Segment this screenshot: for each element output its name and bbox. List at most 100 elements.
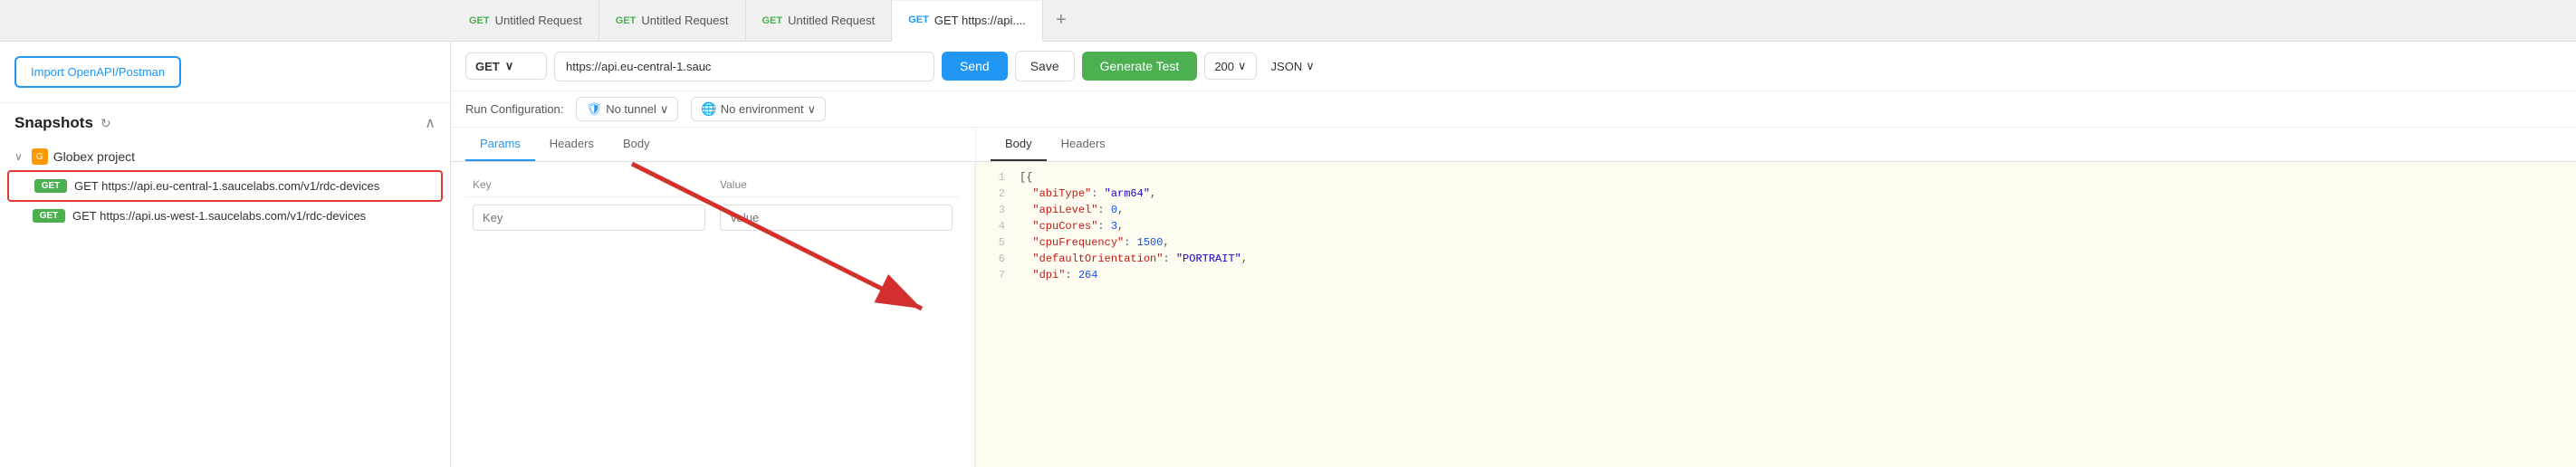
- line-num: 2: [987, 187, 1005, 200]
- tab-4-title: GET https://api....: [934, 14, 1026, 27]
- line-num: 4: [987, 220, 1005, 233]
- response-panel: Body Headers 1 [{ 2 "abiType": "arm64",: [976, 128, 2576, 467]
- tab-2-method: GET: [616, 15, 637, 26]
- line-num: 6: [987, 253, 1005, 265]
- params-header: Key Value: [465, 173, 960, 197]
- list-item: 1 [{: [987, 169, 2565, 186]
- format-chevron-icon: ∨: [1306, 59, 1315, 73]
- tab-4-method: GET: [908, 14, 929, 25]
- value-input[interactable]: [720, 205, 953, 231]
- line-content: "abiType": "arm64",: [1020, 187, 1156, 200]
- line-content: "dpi": 264: [1020, 269, 1097, 281]
- url-bar-area: GET ∨ Send Save Generate Test 200 ∨ JSON…: [451, 42, 2576, 91]
- tunnel-shield-icon: 🛡: [586, 101, 602, 117]
- params-panel: Key Value: [451, 162, 975, 467]
- list-item: 6 "defaultOrientation": "PORTRAIT",: [987, 251, 2565, 267]
- request-0-method: GET: [34, 179, 67, 193]
- line-num: 3: [987, 204, 1005, 216]
- env-globe-icon: 🌐: [701, 101, 716, 117]
- line-content: [{: [1020, 171, 1032, 184]
- method-value: GET: [475, 60, 500, 73]
- tab-params[interactable]: Params: [465, 128, 535, 161]
- snapshots-title-group: Snapshots ↻: [14, 114, 111, 132]
- status-value: 200: [1214, 60, 1234, 73]
- tunnel-label: No tunnel: [606, 102, 656, 116]
- collapse-icon[interactable]: ∧: [425, 114, 436, 132]
- snapshots-title: Snapshots: [14, 114, 93, 132]
- tab-bar: GET Untitled Request GET Untitled Reques…: [0, 0, 2576, 42]
- sidebar: Import OpenAPI/Postman Snapshots ↻ ∧ ∨ G…: [0, 42, 451, 467]
- import-button[interactable]: Import OpenAPI/Postman: [14, 56, 181, 88]
- key-input[interactable]: [473, 205, 705, 231]
- tab-4[interactable]: GET GET https://api....: [892, 1, 1043, 42]
- tab-3-title: Untitled Request: [788, 14, 875, 27]
- tab-1[interactable]: GET Untitled Request: [453, 0, 599, 41]
- list-item: 4 "cpuCores": 3,: [987, 218, 2565, 234]
- response-tabs: Body Headers: [976, 128, 2576, 162]
- tab-body[interactable]: Body: [608, 128, 665, 161]
- sidebar-tree: ∨ G Globex project GET GET https://api.e…: [0, 139, 450, 467]
- list-item: 3 "apiLevel": 0,: [987, 202, 2565, 218]
- env-label: No environment: [721, 102, 804, 116]
- params-body: [465, 197, 960, 239]
- line-content: "cpuCores": 3,: [1020, 220, 1124, 233]
- tab-2-title: Untitled Request: [641, 14, 728, 27]
- line-content: "defaultOrientation": "PORTRAIT",: [1020, 253, 1248, 265]
- method-select[interactable]: GET ∨: [465, 52, 547, 80]
- resp-tab-headers[interactable]: Headers: [1047, 128, 1120, 161]
- method-chevron-icon: ∨: [505, 59, 514, 73]
- line-content: "apiLevel": 0,: [1020, 204, 1124, 216]
- send-button[interactable]: Send: [942, 52, 1008, 81]
- format-value: JSON: [1271, 60, 1303, 73]
- list-item: 5 "cpuFrequency": 1500,: [987, 234, 2565, 251]
- line-num: 5: [987, 236, 1005, 249]
- request-1-url: GET https://api.us-west-1.saucelabs.com/…: [72, 209, 366, 223]
- tab-3-method: GET: [762, 15, 783, 26]
- request-row-0[interactable]: GET GET https://api.eu-central-1.saucela…: [7, 170, 443, 202]
- url-input[interactable]: [554, 52, 934, 81]
- table-row: [465, 197, 960, 239]
- content-area-wrapper: Params Headers Body Key Value: [451, 128, 2576, 467]
- line-num: 1: [987, 171, 1005, 184]
- tab-2[interactable]: GET Untitled Request: [599, 0, 746, 41]
- line-content: "cpuFrequency": 1500,: [1020, 236, 1170, 249]
- save-button[interactable]: Save: [1015, 51, 1075, 81]
- format-select[interactable]: JSON ∨: [1264, 53, 1322, 79]
- request-0-url: GET https://api.eu-central-1.saucelabs.c…: [74, 179, 379, 193]
- env-chevron-icon: ∨: [808, 102, 817, 117]
- tunnel-chevron-icon: ∨: [660, 102, 669, 117]
- sidebar-top: Import OpenAPI/Postman: [0, 42, 450, 103]
- request-1-method: GET: [33, 209, 65, 223]
- run-config-label: Run Configuration:: [465, 102, 563, 116]
- resp-tab-body[interactable]: Body: [991, 128, 1047, 161]
- refresh-icon[interactable]: ↻: [101, 116, 111, 131]
- right-panel: GET ∨ Send Save Generate Test 200 ∨ JSON…: [451, 42, 2576, 467]
- env-config[interactable]: 🌐 No environment ∨: [691, 97, 826, 121]
- tunnel-config[interactable]: 🛡 No tunnel ∨: [576, 97, 678, 121]
- project-name: Globex project: [53, 149, 135, 164]
- snapshots-header: Snapshots ↻ ∧: [0, 103, 450, 139]
- tab-headers[interactable]: Headers: [535, 128, 608, 161]
- status-chevron-icon: ∨: [1238, 59, 1247, 73]
- tab-3[interactable]: GET Untitled Request: [746, 0, 893, 41]
- response-body: 1 [{ 2 "abiType": "arm64", 3 "apiLevel":…: [976, 162, 2576, 467]
- list-item: 7 "dpi": 264: [987, 267, 2565, 283]
- params-section: Params Headers Body Key Value: [451, 128, 976, 467]
- tab-1-title: Untitled Request: [495, 14, 582, 27]
- project-row[interactable]: ∨ G Globex project: [7, 143, 443, 170]
- params-table: Key Value: [465, 173, 960, 238]
- line-num: 7: [987, 269, 1005, 281]
- list-item: 2 "abiType": "arm64",: [987, 186, 2565, 202]
- project-icon: G: [32, 148, 48, 165]
- run-config-bar: Run Configuration: 🛡 No tunnel ∨ 🌐 No en…: [451, 91, 2576, 128]
- status-select[interactable]: 200 ∨: [1204, 52, 1256, 80]
- tab-add-button[interactable]: +: [1043, 0, 1079, 41]
- col-value: Value: [713, 173, 960, 197]
- request-row-1[interactable]: GET GET https://api.us-west-1.saucelabs.…: [7, 202, 443, 230]
- col-key: Key: [465, 173, 713, 197]
- main-area: Import OpenAPI/Postman Snapshots ↻ ∧ ∨ G…: [0, 42, 2576, 467]
- generate-test-button[interactable]: Generate Test: [1082, 52, 1198, 81]
- project-chevron-icon: ∨: [14, 150, 23, 163]
- request-tabs: Params Headers Body: [451, 128, 975, 162]
- tab-1-method: GET: [469, 15, 490, 26]
